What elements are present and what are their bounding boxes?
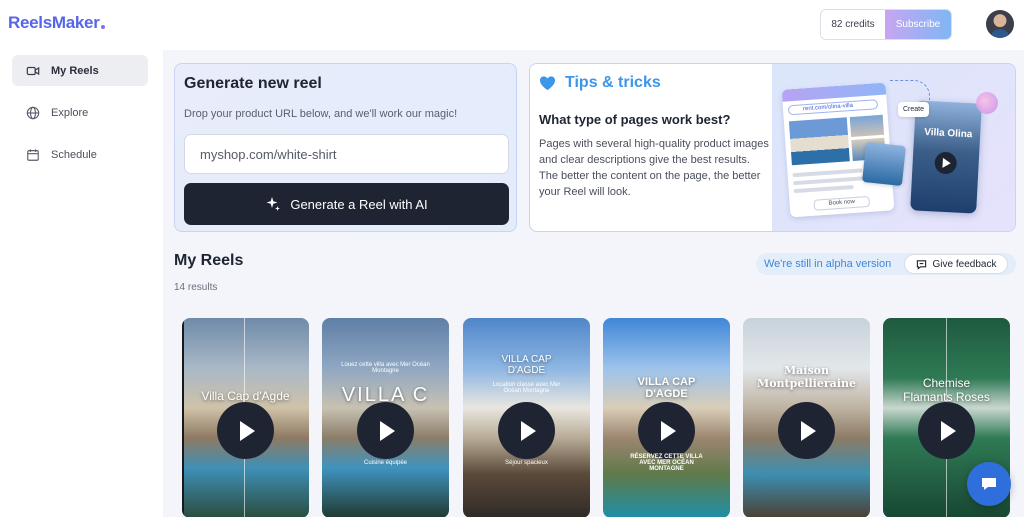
generate-title: Generate new reel — [184, 75, 322, 92]
reel-card[interactable]: Villa Cap d'Agde — [182, 318, 309, 517]
mock-image — [849, 114, 885, 138]
main-content: Generate new reel Drop your product URL … — [163, 50, 1024, 517]
credits-group: 82 credits Subscribe — [820, 9, 952, 40]
alpha-banner: We're still in alpha version Give feedba… — [756, 253, 1016, 275]
mock-photo — [862, 142, 906, 186]
reel-title: Chemise Flamants Roses — [903, 376, 990, 404]
arrow-icon — [890, 80, 930, 100]
video-icon — [26, 66, 40, 75]
play-icon[interactable] — [918, 402, 975, 459]
subscribe-button[interactable]: Subscribe — [885, 10, 951, 39]
calendar-icon — [27, 148, 39, 161]
sidebar: My Reels Explore Schedule — [0, 50, 162, 517]
mock-phone-title: Villa Olina — [923, 126, 973, 141]
generate-reel-card: Generate new reel Drop your product URL … — [174, 63, 517, 232]
play-icon[interactable] — [357, 402, 414, 459]
reel-card[interactable]: Maison Montpellieraine — [743, 318, 870, 517]
mock-book-button: Book now — [813, 195, 871, 211]
alpha-text: We're still in alpha version — [764, 258, 892, 270]
sidebar-item-label: Schedule — [51, 148, 97, 161]
heart-icon — [539, 76, 556, 91]
feedback-label: Give feedback — [932, 258, 997, 270]
play-icon[interactable] — [217, 402, 274, 459]
chat-icon — [982, 478, 996, 490]
results-count: 14 results — [174, 282, 218, 293]
comment-icon — [916, 259, 926, 270]
sidebar-item-label: My Reels — [51, 64, 99, 77]
top-header: ReelsMaker 82 credits Subscribe — [0, 0, 1024, 50]
reel-card[interactable]: VILLA CAP D'AGDE Location classe avec Me… — [463, 318, 590, 517]
reel-title: Villa Cap d'Agde — [201, 389, 290, 403]
user-avatar[interactable] — [986, 10, 1014, 38]
reel-caption: Location classe avec Mer Océan Montagne — [492, 382, 561, 394]
mock-create-badge: Create — [898, 102, 930, 117]
chat-support-button[interactable] — [967, 462, 1011, 506]
mock-text-line — [792, 168, 863, 178]
reel-caption: Louez cette villa avec Mer Océan Montagn… — [341, 362, 430, 374]
generate-reel-button[interactable]: Generate a Reel with AI — [184, 183, 509, 225]
mock-phone: Villa Olina — [910, 100, 982, 214]
tips-header: Tips & tricks — [539, 74, 661, 92]
mock-url: rent.com/olina-villa — [787, 99, 879, 116]
credits-badge: 82 credits — [821, 10, 885, 39]
generate-button-label: Generate a Reel with AI — [290, 196, 428, 212]
give-feedback-button[interactable]: Give feedback — [904, 254, 1008, 274]
sidebar-item-my-reels[interactable]: My Reels — [12, 55, 148, 86]
reel-title: VILLA CAP D'AGDE — [501, 354, 552, 376]
product-url-input[interactable] — [184, 134, 509, 174]
play-icon — [934, 151, 958, 175]
play-icon[interactable] — [778, 402, 835, 459]
play-icon[interactable] — [498, 402, 555, 459]
brand-logo[interactable]: ReelsMaker — [8, 13, 105, 33]
tips-title: Tips & tricks — [565, 74, 661, 91]
reel-title: VILLA CAP D'AGDE — [637, 376, 696, 400]
generate-subtitle: Drop your product URL below, and we'll w… — [184, 108, 458, 120]
reel-card[interactable]: Louez cette villa avec Mer Océan Montagn… — [322, 318, 449, 517]
sidebar-item-schedule[interactable]: Schedule — [12, 139, 148, 170]
reel-caption: Séjour spacieux — [505, 460, 548, 466]
sidebar-item-label: Explore — [51, 106, 89, 119]
reel-title: Maison Montpellieraine — [757, 364, 856, 390]
reel-caption: Cuisine équipée — [363, 460, 408, 466]
tips-body: Pages with several high-quality product … — [539, 138, 769, 198]
mock-text-line — [793, 185, 854, 194]
tips-illustration: rent.com/olina-villa Book now Villa Olin… — [772, 64, 1015, 231]
tips-card: Tips & tricks What type of pages work be… — [529, 63, 1016, 232]
sidebar-item-explore[interactable]: Explore — [12, 97, 148, 128]
sparkle-icon — [266, 197, 281, 211]
tips-question: What type of pages work best? — [539, 112, 731, 127]
mock-image — [788, 117, 850, 166]
reel-caption: RÉSERVEZ CETTE VILLA AVEC MER OCÉAN MONT… — [630, 454, 703, 472]
heart-badge-icon — [976, 92, 998, 114]
my-reels-title: My Reels — [174, 252, 244, 269]
globe-icon — [26, 106, 40, 119]
logo-dot-icon — [100, 25, 105, 29]
play-icon[interactable] — [638, 402, 695, 459]
brand-name: ReelsMaker — [8, 13, 100, 32]
reel-card[interactable]: VILLA CAP D'AGDE RÉSERVEZ CETTE VILLA AV… — [603, 318, 730, 517]
